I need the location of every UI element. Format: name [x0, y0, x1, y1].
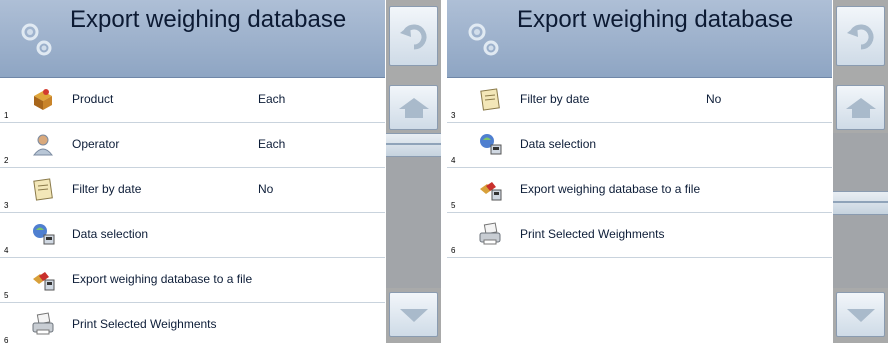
- operator-icon: [32, 134, 54, 156]
- back-button[interactable]: [836, 6, 885, 66]
- calendar-icon: [33, 178, 53, 201]
- menu-item-print-selected[interactable]: 6 Print Selected Weighments: [447, 213, 832, 258]
- back-arrow-icon: [846, 24, 873, 50]
- page-title: Export weighing database: [70, 6, 347, 33]
- item-value: No: [706, 92, 722, 106]
- item-label: Export weighing database to a file: [520, 182, 701, 196]
- product-icon: [34, 89, 52, 110]
- sidebar: [386, 0, 441, 343]
- menu-item-export-to-file[interactable]: 5 Export weighing database to a file: [447, 168, 832, 213]
- item-value: Each: [258, 137, 286, 151]
- item-label: Export weighing database to a file: [72, 272, 253, 286]
- gear-icon: [21, 23, 52, 56]
- scrollbar-track[interactable]: [386, 133, 441, 288]
- page-title: Export weighing database: [517, 6, 794, 33]
- home-icon: [845, 97, 876, 118]
- scroll-down-button[interactable]: [389, 292, 438, 337]
- menu-item-print-selected[interactable]: 6 Print Selected Weighments: [0, 303, 385, 343]
- data-selection-icon: [33, 224, 55, 245]
- menu-list: 1 Product Each 2 Operator Each 3 Filter …: [0, 78, 385, 343]
- item-label: Product: [72, 92, 114, 106]
- home-button[interactable]: [836, 85, 885, 130]
- export-file-icon: [33, 272, 55, 291]
- item-label: Data selection: [520, 137, 597, 151]
- printer-icon: [32, 312, 54, 335]
- item-number: 4: [4, 246, 9, 255]
- scrollbar-thumb[interactable]: [386, 133, 441, 157]
- sidebar: [833, 0, 888, 343]
- menu-item-data-selection[interactable]: 4 Data selection: [447, 123, 832, 168]
- data-selection-icon: [480, 134, 502, 155]
- header: Export weighing database: [0, 0, 385, 78]
- menu-item-product[interactable]: 1 Product Each: [0, 78, 385, 123]
- header: Export weighing database: [447, 0, 832, 78]
- printer-icon: [479, 222, 501, 245]
- scrollbar-thumb[interactable]: [833, 191, 888, 215]
- item-value: Each: [258, 92, 286, 106]
- calendar-icon: [480, 88, 500, 111]
- item-number: 5: [451, 201, 456, 210]
- item-value: No: [258, 182, 274, 196]
- menu-item-filter-by-date[interactable]: 3 Filter by date No: [447, 78, 832, 123]
- item-number: 4: [451, 156, 456, 165]
- item-number: 2: [4, 156, 9, 165]
- item-number: 3: [4, 201, 9, 210]
- export-file-icon: [480, 182, 502, 201]
- item-number: 6: [451, 246, 456, 255]
- menu-item-operator[interactable]: 2 Operator Each: [0, 123, 385, 168]
- screen-right: Export weighing database 3 Filter by dat…: [447, 0, 888, 343]
- home-button[interactable]: [389, 85, 438, 130]
- back-arrow-icon: [399, 24, 426, 50]
- item-number: 6: [4, 336, 9, 343]
- home-icon: [398, 97, 429, 118]
- item-label: Filter by date: [72, 182, 142, 196]
- scroll-down-button[interactable]: [836, 292, 885, 337]
- item-label: Operator: [72, 137, 120, 151]
- menu-item-export-to-file[interactable]: 5 Export weighing database to a file: [0, 258, 385, 303]
- scrollbar-track[interactable]: [833, 133, 888, 288]
- item-label: Filter by date: [520, 92, 590, 106]
- item-number: 5: [4, 291, 9, 300]
- item-label: Print Selected Weighments: [520, 227, 665, 241]
- gear-icon: [468, 23, 499, 56]
- item-label: Print Selected Weighments: [72, 317, 217, 331]
- item-number: 3: [451, 111, 456, 120]
- back-button[interactable]: [389, 6, 438, 66]
- menu-list: 3 Filter by date No 4 Data selection 5 E…: [447, 78, 832, 258]
- item-label: Data selection: [72, 227, 149, 241]
- item-number: 1: [4, 111, 9, 120]
- screen-left: Export weighing database 1 Product Each …: [0, 0, 441, 343]
- chevron-down-icon: [399, 308, 428, 322]
- menu-item-data-selection[interactable]: 4 Data selection: [0, 213, 385, 258]
- menu-item-filter-by-date[interactable]: 3 Filter by date No: [0, 168, 385, 213]
- chevron-down-icon: [846, 308, 875, 322]
